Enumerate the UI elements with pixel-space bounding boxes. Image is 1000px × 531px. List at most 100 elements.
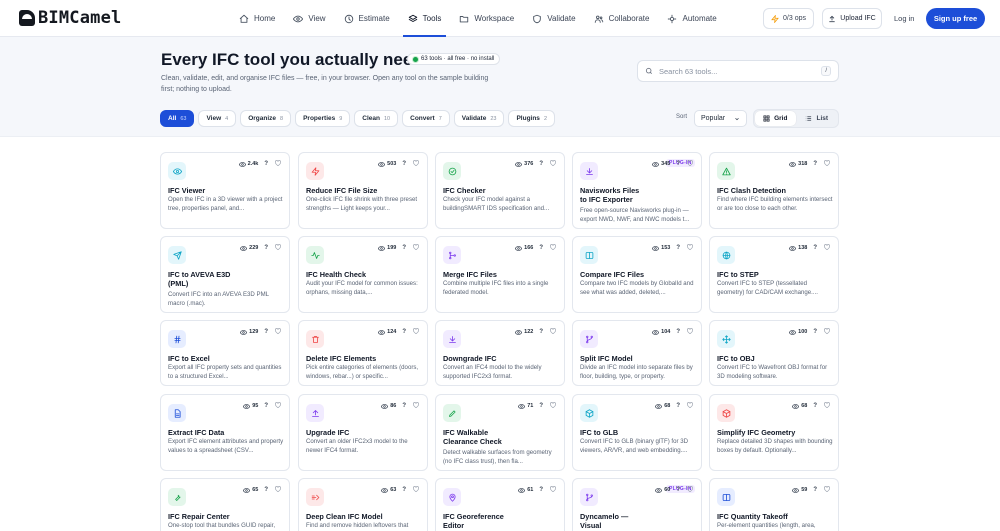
tool-card[interactable]: 68 ? IFC to GLB Convert IFC to GLB (binar…: [572, 394, 702, 471]
help-icon[interactable]: ?: [676, 487, 680, 493]
filter-chip-organize[interactable]: Organize 8: [240, 110, 292, 127]
help-icon[interactable]: ?: [402, 329, 406, 335]
help-icon[interactable]: ?: [676, 329, 680, 335]
tool-card[interactable]: PLUG-IN 345 ? Navisworks Files to IFC Exp…: [572, 152, 702, 229]
signup-button[interactable]: Sign up free: [926, 8, 985, 29]
help-icon[interactable]: ?: [264, 329, 268, 335]
favorite-heart-icon[interactable]: [823, 159, 831, 169]
grid-view-button[interactable]: Grid: [755, 111, 796, 126]
favorite-heart-icon[interactable]: [549, 485, 557, 495]
favorite-heart-icon[interactable]: [823, 243, 831, 253]
filter-chip-plugins[interactable]: Plugins 2: [508, 110, 555, 127]
help-icon[interactable]: ?: [813, 487, 817, 493]
tool-card[interactable]: 129 ? IFC to Excel Export all IFC propert…: [160, 320, 290, 386]
tool-card[interactable]: 153 ? Compare IFC Files Compare two IFC m…: [572, 236, 702, 313]
nav-link-validate[interactable]: Validate: [523, 0, 584, 37]
help-icon[interactable]: ?: [676, 245, 680, 251]
tool-card[interactable]: 71 ? IFC Walkable Clearance Check Detect w…: [435, 394, 565, 471]
help-icon[interactable]: ?: [813, 245, 817, 251]
favorite-heart-icon[interactable]: [823, 327, 831, 337]
help-icon[interactable]: ?: [676, 403, 680, 409]
tool-card[interactable]: 229 ? IFC to AVEVA E3D (PML) Convert IFC i…: [160, 236, 290, 313]
tool-card[interactable]: PLUG-IN 60 ? Dyncamelo — Visual: [572, 478, 702, 531]
help-icon[interactable]: ?: [264, 487, 268, 493]
search-box[interactable]: /: [637, 60, 839, 82]
help-icon[interactable]: ?: [539, 329, 543, 335]
help-icon[interactable]: ?: [539, 245, 543, 251]
help-icon[interactable]: ?: [264, 403, 268, 409]
tool-card[interactable]: 59 ? IFC Quantity Takeoff Per-element qua…: [709, 478, 839, 531]
favorite-heart-icon[interactable]: [412, 485, 420, 495]
help-icon[interactable]: ?: [813, 403, 817, 409]
sort-select[interactable]: Popular: [694, 110, 747, 127]
favorite-heart-icon[interactable]: [549, 159, 557, 169]
filter-chip-clean[interactable]: Clean 10: [354, 110, 399, 127]
favorite-heart-icon[interactable]: [274, 327, 282, 337]
search-input[interactable]: [659, 66, 816, 76]
filter-chip-validate[interactable]: Validate 23: [453, 110, 505, 127]
favorite-heart-icon[interactable]: [274, 159, 282, 169]
favorite-heart-icon[interactable]: [412, 159, 420, 169]
tool-card[interactable]: 95 ? Extract IFC Data Export IFC element …: [160, 394, 290, 471]
help-icon[interactable]: ?: [539, 403, 543, 409]
tool-card[interactable]: 318 ? IFC Clash Detection Find where IFC …: [709, 152, 839, 229]
help-icon[interactable]: ?: [402, 245, 406, 251]
tool-card[interactable]: 376 ? IFC Checker Check your IFC model ag…: [435, 152, 565, 229]
help-icon[interactable]: ?: [264, 161, 268, 167]
filter-chip-view[interactable]: View 4: [198, 110, 237, 127]
favorite-heart-icon[interactable]: [549, 401, 557, 411]
tool-card[interactable]: 86 ? Upgrade IFC Convert an older IFC2x3 …: [298, 394, 428, 471]
logo[interactable]: BIMCamel: [19, 8, 121, 28]
tool-card[interactable]: 2.4k ? IFC Viewer Open the IFC in a 3D vi…: [160, 152, 290, 229]
favorite-heart-icon[interactable]: [686, 159, 694, 169]
tool-card[interactable]: 61 ? IFC Georeference Editor: [435, 478, 565, 531]
tool-card[interactable]: 104 ? Split IFC Model Divide an IFC model…: [572, 320, 702, 386]
ops-counter-button[interactable]: 0/3 ops: [763, 8, 814, 29]
help-icon[interactable]: ?: [539, 487, 543, 493]
nav-link-view[interactable]: View: [284, 0, 334, 37]
tool-card[interactable]: 199 ? IFC Health Check Audit your IFC mod…: [298, 236, 428, 313]
tool-card[interactable]: 122 ? Downgrade IFC Convert an IFC4 model…: [435, 320, 565, 386]
filter-chip-properties[interactable]: Properties 9: [295, 110, 351, 127]
favorite-heart-icon[interactable]: [686, 327, 694, 337]
nav-link-estimate[interactable]: Estimate: [335, 0, 399, 37]
favorite-heart-icon[interactable]: [686, 485, 694, 495]
list-view-button[interactable]: List: [797, 111, 838, 126]
help-icon[interactable]: ?: [402, 487, 406, 493]
favorite-heart-icon[interactable]: [549, 327, 557, 337]
favorite-heart-icon[interactable]: [274, 243, 282, 253]
favorite-heart-icon[interactable]: [412, 327, 420, 337]
upload-ifc-button[interactable]: Upload IFC: [822, 8, 882, 29]
help-icon[interactable]: ?: [813, 329, 817, 335]
filter-chip-convert[interactable]: Convert 7: [402, 110, 450, 127]
help-icon[interactable]: ?: [676, 161, 680, 167]
help-icon[interactable]: ?: [402, 403, 406, 409]
help-icon[interactable]: ?: [539, 161, 543, 167]
nav-link-automate[interactable]: Automate: [658, 0, 725, 37]
help-icon[interactable]: ?: [813, 161, 817, 167]
tool-card[interactable]: 503 ? Reduce IFC File Size One-click IFC …: [298, 152, 428, 229]
favorite-heart-icon[interactable]: [686, 243, 694, 253]
help-icon[interactable]: ?: [402, 161, 406, 167]
help-icon[interactable]: ?: [264, 245, 268, 251]
favorite-heart-icon[interactable]: [412, 401, 420, 411]
login-link[interactable]: Log in: [894, 8, 914, 29]
favorite-heart-icon[interactable]: [274, 401, 282, 411]
favorite-heart-icon[interactable]: [686, 401, 694, 411]
favorite-heart-icon[interactable]: [823, 401, 831, 411]
favorite-heart-icon[interactable]: [549, 243, 557, 253]
tool-card[interactable]: 68 ? Simplify IFC Geometry Replace detail…: [709, 394, 839, 471]
tool-card[interactable]: 100 ? IFC to OBJ Convert IFC to Wavefront…: [709, 320, 839, 386]
tool-card[interactable]: 65 ? IFC Repair Center One-stop tool that…: [160, 478, 290, 531]
nav-link-workspace[interactable]: Workspace: [450, 0, 523, 37]
nav-link-home[interactable]: Home: [230, 0, 284, 37]
favorite-heart-icon[interactable]: [274, 485, 282, 495]
filter-chip-all[interactable]: All 63: [160, 110, 195, 127]
tool-card[interactable]: 63 ? Deep Clean IFC Model Find and remove…: [298, 478, 428, 531]
favorite-heart-icon[interactable]: [412, 243, 420, 253]
tool-card[interactable]: 124 ? Delete IFC Elements Pick entire cat…: [298, 320, 428, 386]
favorite-heart-icon[interactable]: [823, 485, 831, 495]
tool-card[interactable]: 166 ? Merge IFC Files Combine multiple IF…: [435, 236, 565, 313]
tool-card[interactable]: 138 ? IFC to STEP Convert IFC to STEP (te…: [709, 236, 839, 313]
nav-link-tools[interactable]: Tools: [399, 0, 451, 37]
